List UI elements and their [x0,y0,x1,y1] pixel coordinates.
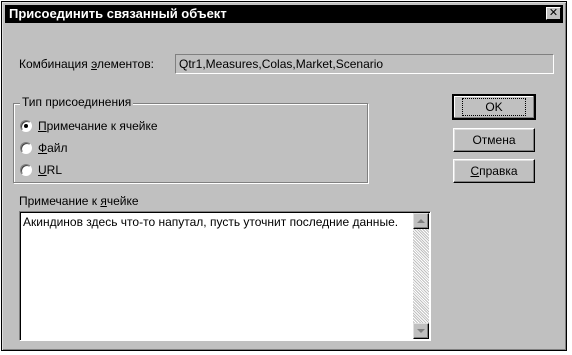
radio-cell-note-text: римечание к ячейке [46,119,158,133]
ok-button-label: OK [462,98,526,116]
combination-label-suffix: лементов: [96,57,154,71]
scroll-down-button[interactable] [413,323,429,339]
help-button-hotkey: С [470,164,480,178]
title-bar: Присоединить связанный объект ✕ [5,5,563,23]
note-text: Акиндинов здесь что-то напутал, пусть ут… [23,215,399,229]
cancel-button-label: Отмена [472,133,516,147]
note-label: Примечание к ячейке [19,194,139,208]
radio-url[interactable]: URL [20,163,62,177]
radio-url-hotkey: U [38,163,47,177]
close-button[interactable]: ✕ [546,7,561,20]
scroll-up-button[interactable] [413,213,429,229]
radio-unchecked-icon [20,142,32,154]
help-button[interactable]: Справка [453,159,535,183]
radio-url-text: RL [46,163,63,177]
dialog-title: Присоединить связанный объект [9,6,227,21]
radio-file-text: айл [47,141,68,155]
radio-cell-note[interactable]: Примечание к ячейке [20,119,158,133]
arrow-down-icon [417,329,425,333]
attach-type-legend: Тип присоединения [20,95,134,109]
combination-label: Комбинация элементов: [19,57,154,71]
note-label-suffix: чейке [106,194,139,208]
radio-url-label: URL [38,163,62,177]
help-button-label: Справка [470,164,517,178]
combination-label-prefix: Комбинация [19,57,92,71]
radio-checked-icon [20,120,32,132]
radio-file-hotkey: Ф [38,141,48,155]
radio-cell-note-label: Примечание к ячейке [38,119,158,133]
arrow-up-icon [417,219,425,223]
radio-cell-note-hotkey: П [38,119,47,133]
radio-file[interactable]: Файл [20,141,68,155]
radio-unchecked-icon [20,164,32,176]
note-scrollbar[interactable] [413,213,429,339]
note-label-prefix: Примечание к [19,194,101,208]
ok-button[interactable]: OK [452,94,536,120]
radio-file-label: Файл [38,141,68,155]
note-textarea[interactable]: Акиндинов здесь что-то напутал, пусть ут… [19,211,431,341]
help-button-text: правка [479,164,518,178]
close-icon: ✕ [548,7,559,19]
cancel-button[interactable]: Отмена [453,128,535,152]
combination-field: Qtr1,Measures,Colas,Market,Scenario [175,54,554,74]
